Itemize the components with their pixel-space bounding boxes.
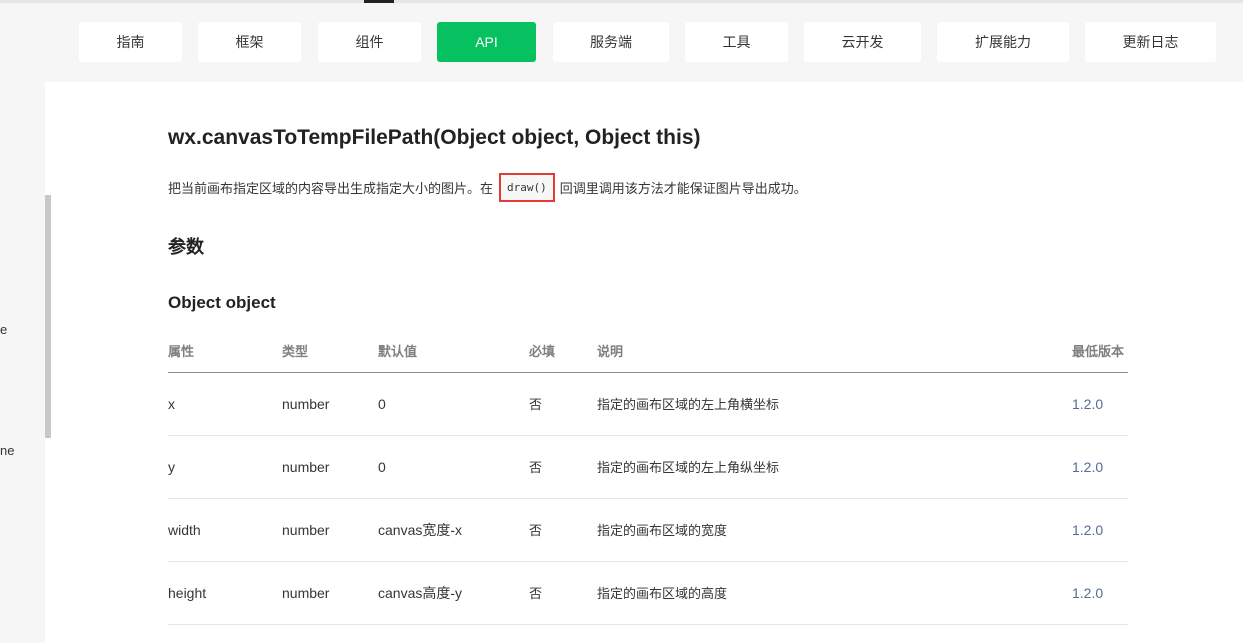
table-row: x number 0 否 指定的画布区域的左上角横坐标 1.2.0 <box>168 372 1128 436</box>
description-text: 把当前画布指定区域的内容导出生成指定大小的图片。在 <box>168 181 494 196</box>
tab-framework[interactable]: 框架 <box>198 22 301 62</box>
description-text: 回调里调用该方法才能保证图片导出成功。 <box>559 181 807 196</box>
table-cell: 指定的画布区域的高度 <box>597 561 1072 625</box>
column-header: 属性 <box>168 330 282 373</box>
tab-api[interactable]: API <box>437 22 536 62</box>
table-cell: 指定的画布区域的宽度 <box>597 498 1072 562</box>
table-row: y number 0 否 指定的画布区域的左上角纵坐标 1.2.0 <box>168 435 1128 499</box>
column-header: 默认值 <box>378 330 529 373</box>
table-cell: 指定的画布区域的左上角纵坐标 <box>597 435 1072 499</box>
sidebar-item-fragment[interactable]: ne <box>0 443 14 458</box>
tab-cloud-dev[interactable]: 云开发 <box>804 22 921 62</box>
tab-changelog[interactable]: 更新日志 <box>1085 22 1216 62</box>
table-cell: 否 <box>529 435 597 499</box>
params-heading: 参数 <box>168 237 204 257</box>
table-cell: 否 <box>529 498 597 562</box>
table-cell: number <box>282 498 378 562</box>
version-link[interactable]: 1.2.0 <box>1072 435 1128 499</box>
version-link[interactable]: 1.2.0 <box>1072 372 1128 436</box>
sidebar-scrollbar[interactable] <box>45 195 51 438</box>
api-description: 把当前画布指定区域的内容导出生成指定大小的图片。在 draw() 回调里调用该方… <box>168 173 807 202</box>
tab-server[interactable]: 服务端 <box>553 22 669 62</box>
table-cell: height <box>168 561 282 625</box>
params-table: 属性 类型 默认值 必填 说明 最低版本 x number 0 否 指定的画布区… <box>168 330 1128 625</box>
column-header: 必填 <box>529 330 597 373</box>
column-header: 说明 <box>597 330 1072 373</box>
table-cell: number <box>282 561 378 625</box>
column-header: 最低版本 <box>1072 330 1128 373</box>
tab-tools[interactable]: 工具 <box>685 22 788 62</box>
table-row: width number canvas宽度-x 否 指定的画布区域的宽度 1.2… <box>168 498 1128 562</box>
table-header-row: 属性 类型 默认值 必填 说明 最低版本 <box>168 330 1128 373</box>
page-title: wx.canvasToTempFilePath(Object object, O… <box>168 126 701 149</box>
table-cell: 0 <box>378 435 529 499</box>
top-nav: 指南 框架 组件 API 服务端 工具 云开发 扩展能力 更新日志 <box>0 3 1243 82</box>
table-cell: number <box>282 372 378 436</box>
table-row: height number canvas高度-y 否 指定的画布区域的高度 1.… <box>168 561 1128 625</box>
inline-code-highlight: draw() <box>499 173 555 202</box>
tab-guide[interactable]: 指南 <box>79 22 182 62</box>
version-link[interactable]: 1.2.0 <box>1072 561 1128 625</box>
column-header: 类型 <box>282 330 378 373</box>
tab-components[interactable]: 组件 <box>318 22 421 62</box>
table-cell: x <box>168 372 282 436</box>
table-cell: width <box>168 498 282 562</box>
table-cell: 否 <box>529 561 597 625</box>
table-cell: canvas宽度-x <box>378 498 529 562</box>
table-cell: 指定的画布区域的左上角横坐标 <box>597 372 1072 436</box>
table-cell: number <box>282 435 378 499</box>
version-link[interactable]: 1.2.0 <box>1072 498 1128 562</box>
tab-extensions[interactable]: 扩展能力 <box>937 22 1069 62</box>
table-cell: canvas高度-y <box>378 561 529 625</box>
table-cell: 0 <box>378 372 529 436</box>
table-cell: y <box>168 435 282 499</box>
table-cell: 否 <box>529 372 597 436</box>
object-heading: Object object <box>168 293 276 312</box>
sidebar <box>0 82 45 643</box>
sidebar-item-fragment[interactable]: e <box>0 322 7 337</box>
